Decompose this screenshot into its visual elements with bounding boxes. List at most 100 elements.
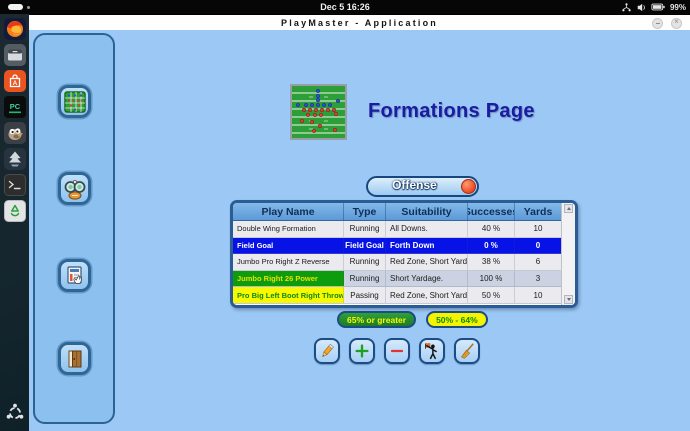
ubuntu-logo-icon bbox=[4, 402, 26, 424]
action-toolbar bbox=[314, 338, 480, 364]
column-header-yards[interactable]: Yards bbox=[515, 203, 561, 220]
dock-show-apps-button[interactable] bbox=[2, 400, 27, 425]
cell-type: Running bbox=[344, 254, 386, 270]
table-row[interactable]: Double Wing FormationRunningAll Downs.40… bbox=[233, 221, 561, 238]
cell-type: Running bbox=[344, 271, 386, 287]
edit-button[interactable] bbox=[314, 338, 340, 364]
legend-badge-yellow[interactable]: 50% - 64% bbox=[426, 311, 488, 328]
cell-suitability: All Downs. bbox=[386, 221, 468, 237]
cell-type: Field Goal bbox=[344, 238, 386, 254]
minus-icon bbox=[388, 342, 406, 360]
toggle-knob-icon bbox=[461, 179, 476, 194]
binoculars-football-icon bbox=[63, 177, 87, 201]
system-tray[interactable]: 99% bbox=[621, 0, 686, 14]
clock[interactable]: Dec 5 16:26 bbox=[0, 0, 690, 14]
cell-successes: 40 % bbox=[468, 221, 515, 237]
gimp-icon bbox=[4, 122, 26, 144]
plus-icon bbox=[353, 342, 371, 360]
system-top-bar: Dec 5 16:26 99% bbox=[0, 0, 690, 14]
terminal-icon bbox=[4, 174, 26, 196]
sidebar-exit-button[interactable] bbox=[58, 342, 91, 375]
battery-percent: 99% bbox=[670, 3, 686, 12]
cell-suitability: Red Zone, Short Yardage. bbox=[386, 287, 468, 303]
remove-button[interactable] bbox=[384, 338, 410, 364]
legend-badge-green[interactable]: 65% or greater bbox=[337, 311, 416, 328]
firefox-icon bbox=[4, 18, 26, 40]
plays-table: Play NameTypeSuitabilitySuccessesYards D… bbox=[230, 200, 578, 308]
column-header-play-name[interactable]: Play Name bbox=[233, 203, 344, 220]
scroll-down-icon[interactable] bbox=[564, 295, 573, 304]
dock-item-ubuntu-software[interactable]: A bbox=[2, 68, 27, 93]
app-window: Formations Page Offense Play NameTypeSui… bbox=[29, 30, 690, 431]
door-icon bbox=[63, 347, 87, 371]
inkscape-icon bbox=[4, 148, 26, 170]
window-title: PlayMaster - Application bbox=[29, 15, 690, 31]
clear-button[interactable] bbox=[454, 338, 480, 364]
column-header-successes[interactable]: Successes bbox=[468, 203, 515, 220]
cell-suitability: Red Zone, Short Yardage. bbox=[386, 254, 468, 270]
cell-play-name: Jumbo Right 26 Power bbox=[233, 271, 344, 287]
pycharm-icon: PC bbox=[4, 96, 26, 118]
add-button[interactable] bbox=[349, 338, 375, 364]
battery-icon bbox=[651, 2, 666, 12]
scroll-up-icon[interactable] bbox=[564, 204, 573, 213]
cell-yards: 10 bbox=[515, 221, 561, 237]
cell-play-name: Double Wing Formation bbox=[233, 221, 344, 237]
referee-button[interactable] bbox=[419, 338, 445, 364]
cell-play-name: Pro Big Left Boot Right Throwback bbox=[233, 287, 344, 303]
sidebar-scouting-button[interactable] bbox=[58, 172, 91, 205]
dock-item-pycharm[interactable]: PC bbox=[2, 94, 27, 119]
close-button[interactable] bbox=[671, 18, 682, 29]
dock-item-inkscape[interactable] bbox=[2, 146, 27, 171]
sidebar-formations-button[interactable] bbox=[58, 85, 91, 118]
cell-suitability: Forth Down bbox=[386, 238, 468, 254]
window-titlebar[interactable]: PlayMaster - Application bbox=[29, 14, 690, 30]
cell-successes: 50 % bbox=[468, 287, 515, 303]
network-icon bbox=[621, 2, 632, 13]
svg-text:PC: PC bbox=[9, 102, 20, 111]
cell-yards: 3 bbox=[515, 271, 561, 287]
cell-yards: 0 bbox=[515, 238, 561, 254]
cell-yards: 10 bbox=[515, 287, 561, 303]
referee-flag-icon bbox=[423, 342, 441, 360]
cell-successes: 0 % bbox=[468, 238, 515, 254]
pencil-icon bbox=[318, 342, 336, 360]
cell-play-name: Jumbo Pro Right Z Reverse bbox=[233, 254, 344, 270]
legend: 65% or greater 50% - 64% bbox=[337, 311, 488, 328]
offense-toggle[interactable]: Offense bbox=[366, 176, 479, 197]
cell-type: Passing bbox=[344, 287, 386, 303]
table-row[interactable]: Jumbo Right 26 PowerRunningShort Yardage… bbox=[233, 271, 561, 288]
dock-item-firefox[interactable] bbox=[2, 16, 27, 41]
dock-items: A PC bbox=[2, 16, 27, 224]
cell-play-name: Field Goal bbox=[233, 238, 344, 254]
sidebar-play-selection-button[interactable] bbox=[58, 259, 91, 292]
minimize-button[interactable] bbox=[652, 18, 663, 29]
table-row[interactable]: Field GoalField GoalForth Down0 %0 bbox=[233, 238, 561, 255]
window-controls bbox=[652, 18, 682, 29]
cell-successes: 100 % bbox=[468, 271, 515, 287]
cell-type: Running bbox=[344, 221, 386, 237]
cell-successes: 38 % bbox=[468, 254, 515, 270]
dock-item-terminal[interactable] bbox=[2, 172, 27, 197]
dock-item-files[interactable] bbox=[2, 42, 27, 67]
offense-toggle-label: Offense bbox=[372, 178, 457, 194]
table-row[interactable]: Jumbo Pro Right Z ReverseRunningRed Zone… bbox=[233, 254, 561, 271]
software-icon: A bbox=[4, 70, 26, 92]
playbook-hand-icon bbox=[63, 264, 87, 288]
table-scrollbar[interactable] bbox=[561, 203, 575, 305]
column-header-suitability[interactable]: Suitability bbox=[386, 203, 468, 220]
svg-text:A: A bbox=[12, 80, 17, 87]
cell-suitability: Short Yardage. bbox=[386, 271, 468, 287]
dock-item-gimp[interactable] bbox=[2, 120, 27, 145]
table-row[interactable]: Pro Big Left Boot Right ThrowbackPassing… bbox=[233, 287, 561, 304]
trash-icon bbox=[4, 200, 26, 222]
column-header-type[interactable]: Type bbox=[344, 203, 386, 220]
dock: A PC bbox=[0, 14, 29, 431]
football-field-image bbox=[290, 84, 347, 140]
sidebar-panel bbox=[33, 33, 115, 424]
dock-item-trash[interactable] bbox=[2, 198, 27, 223]
files-icon bbox=[4, 44, 26, 66]
desktop: Dec 5 16:26 99% A PC PlayMaster - Applica… bbox=[0, 0, 690, 431]
table-body: Double Wing FormationRunningAll Downs.40… bbox=[233, 221, 561, 304]
formation-field-icon bbox=[63, 90, 87, 114]
